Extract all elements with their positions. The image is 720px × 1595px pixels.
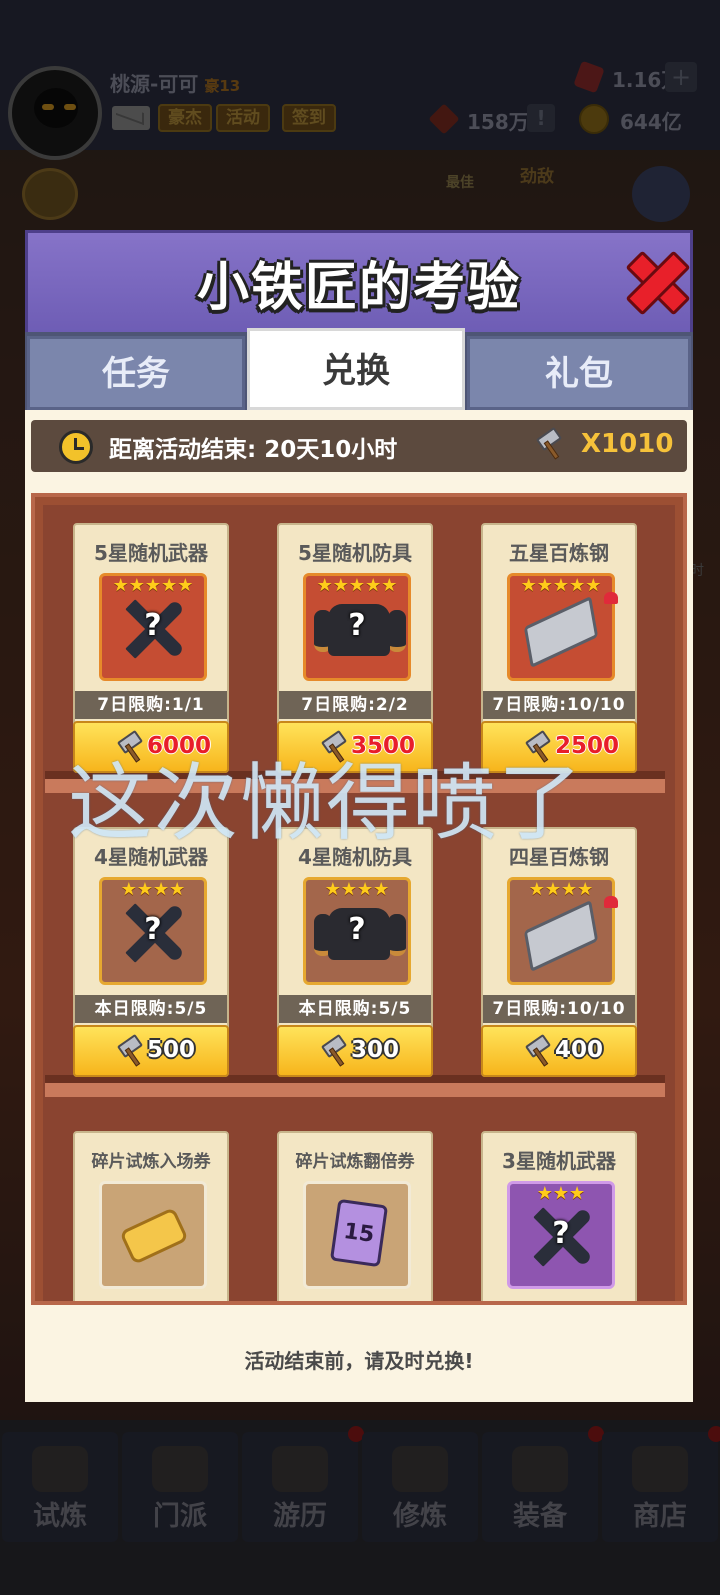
- watermark-text: 这次懒得喷了: [68, 754, 585, 852]
- item-icon-frame: ★★★★ ?: [303, 877, 411, 985]
- tab-bar: 任务 兑换 礼包: [25, 328, 693, 410]
- purchase-limit: 本日限购:5/5: [75, 995, 227, 1023]
- item-card[interactable]: 4星随机防具 ★★★★ ? 本日限购:5/5 300: [277, 827, 433, 1077]
- price: 400: [555, 1037, 604, 1063]
- item-icon-frame: ★★★ ?: [507, 1181, 615, 1289]
- star-rating: ★★★★★: [316, 575, 398, 596]
- purchase-limit: 本日限购:5/5: [279, 995, 431, 1023]
- hammer-icon: [320, 1033, 351, 1067]
- modal-title: 小铁匠的考验: [196, 258, 521, 318]
- heart-icon: [604, 896, 618, 908]
- hammer-icon: [535, 426, 566, 460]
- scroll-icon: [119, 1207, 189, 1265]
- steel-ingot-icon: [523, 595, 599, 669]
- modal-header: 小铁匠的考验: [25, 230, 693, 332]
- item-name: 碎片试炼翻倍券: [295, 1152, 415, 1172]
- question-mark-icon: ?: [348, 912, 366, 947]
- steel-ingot-icon: [523, 899, 599, 973]
- calendar-icon: 15: [329, 1198, 389, 1268]
- hammer-icon: [116, 1033, 147, 1067]
- item-name: 碎片试炼入场券: [91, 1152, 211, 1172]
- item-icon-frame: ★★★★★ ?: [303, 573, 411, 681]
- question-mark-icon: ?: [144, 608, 162, 643]
- event-countdown: 距离活动结束: 20天10小时: [109, 437, 398, 463]
- item-name: 3星随机武器: [502, 1149, 616, 1173]
- modal-body: 距离活动结束: 20天10小时 X1010 5星随机武器 ★★★★★ ? 7日限…: [25, 410, 693, 1402]
- buy-button[interactable]: 300: [277, 1025, 433, 1077]
- purchase-limit: 7日限购:1/1: [75, 691, 227, 719]
- hammer-balance: X1010: [581, 429, 674, 459]
- tab-gift[interactable]: 礼包: [467, 336, 691, 410]
- hammer-icon: [524, 1033, 555, 1067]
- shelf-plank: [45, 1075, 665, 1097]
- item-card[interactable]: 碎片试炼入场券: [73, 1131, 229, 1301]
- purchase-limit: 7日限购:10/10: [483, 995, 635, 1023]
- star-rating: ★★★★: [120, 879, 186, 900]
- item-card[interactable]: 碎片试炼翻倍券 15: [277, 1131, 433, 1301]
- item-card[interactable]: 4星随机武器 ★★★★ ? 本日限购:5/5 500: [73, 827, 229, 1077]
- item-icon-frame: ★★★★: [507, 877, 618, 985]
- purchase-limit: 7日限购:10/10: [483, 691, 635, 719]
- star-rating: ★★★★: [324, 879, 390, 900]
- tab-task[interactable]: 任务: [27, 336, 245, 410]
- item-icon-frame: [99, 1181, 207, 1289]
- star-rating: ★★★★: [528, 879, 594, 900]
- item-name: 5星随机防具: [298, 541, 412, 565]
- star-rating: ★★★: [536, 1183, 586, 1204]
- buy-button[interactable]: 400: [481, 1025, 637, 1077]
- buy-button[interactable]: 500: [73, 1025, 229, 1077]
- item-name: 五星百炼钢: [509, 541, 609, 565]
- heart-icon: [604, 592, 618, 604]
- purchase-limit: 7日限购:2/2: [279, 691, 431, 719]
- clock-icon: [59, 430, 93, 464]
- item-icon-frame: ★★★★★: [507, 573, 618, 681]
- item-icon-frame: ★★★★ ?: [99, 877, 207, 985]
- item-icon-frame: ★★★★★ ?: [99, 573, 207, 681]
- item-name: 5星随机武器: [94, 541, 208, 565]
- question-mark-icon: ?: [144, 912, 162, 947]
- event-timer-bar: 距离活动结束: 20天10小时 X1010: [31, 420, 687, 472]
- close-icon[interactable]: [620, 247, 684, 311]
- question-mark-icon: ?: [552, 1216, 570, 1251]
- item-icon-frame: 15: [303, 1181, 411, 1289]
- item-shelf[interactable]: 5星随机武器 ★★★★★ ? 7日限购:1/1 6000 5星随机防具 ★★★★…: [31, 493, 687, 1305]
- item-card[interactable]: 四星百炼钢 ★★★★ 7日限购:10/10 400: [481, 827, 637, 1077]
- question-mark-icon: ?: [348, 608, 366, 643]
- star-rating: ★★★★★: [112, 575, 194, 596]
- item-card[interactable]: 3星随机武器 ★★★ ?: [481, 1131, 637, 1301]
- footer-note: 活动结束前，请及时兑换!: [244, 1349, 474, 1373]
- price: 300: [351, 1037, 400, 1063]
- price: 500: [147, 1037, 196, 1063]
- tab-exchange[interactable]: 兑换: [247, 328, 465, 410]
- star-rating: ★★★★★: [520, 575, 602, 596]
